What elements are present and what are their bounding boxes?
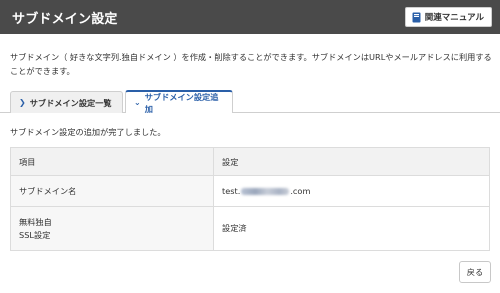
- row-label-line2: SSL設定: [19, 229, 51, 240]
- tab-bar: ❯ サブドメイン設定一覧 ⌄ サブドメイン設定追加: [0, 89, 500, 114]
- column-header-setting: 設定: [213, 147, 490, 176]
- row-label: サブドメイン名: [10, 175, 214, 207]
- subdomain-suffix: .com: [290, 186, 311, 196]
- table-row: サブドメイン名 test. .com: [10, 175, 490, 207]
- back-button[interactable]: 戻る: [459, 261, 491, 283]
- page-description: サブドメイン（ 好きな文字列.独自ドメイン ）を作成・削除することができます。サ…: [10, 52, 492, 76]
- tab-subdomain-add[interactable]: ⌄ サブドメイン設定追加: [125, 90, 233, 114]
- result-table: 項目 設定 サブドメイン名 test. .com 無料独自 SSL設定 設定済: [10, 147, 490, 251]
- book-icon: [412, 12, 421, 23]
- row-label-line1: 無料独自: [19, 216, 52, 227]
- chevron-right-icon: ❯: [19, 97, 26, 107]
- page-header: サブドメイン設定 関連マニュアル: [0, 0, 500, 34]
- table-header-row: 項目 設定: [10, 147, 490, 176]
- column-header-item: 項目: [10, 147, 214, 176]
- tab-label: サブドメイン設定一覧: [29, 97, 112, 108]
- blurred-domain: [241, 188, 290, 195]
- chevron-down-icon: ⌄: [134, 97, 141, 107]
- tab-subdomain-list[interactable]: ❯ サブドメイン設定一覧: [10, 91, 123, 113]
- subdomain-prefix: test.: [222, 186, 241, 196]
- completion-message: サブドメイン設定の追加が完了しました。: [10, 127, 166, 137]
- row-label: 無料独自 SSL設定: [10, 206, 214, 251]
- related-manual-button[interactable]: 関連マニュアル: [404, 7, 492, 27]
- table-row: 無料独自 SSL設定 設定済: [10, 206, 490, 251]
- subdomain-value: test. .com: [213, 175, 490, 207]
- tab-label: サブドメイン設定追加: [144, 91, 219, 114]
- page-title: サブドメイン設定: [12, 11, 118, 27]
- ssl-status-value: 設定済: [213, 206, 490, 251]
- related-manual-label: 関連マニュアル: [424, 13, 484, 23]
